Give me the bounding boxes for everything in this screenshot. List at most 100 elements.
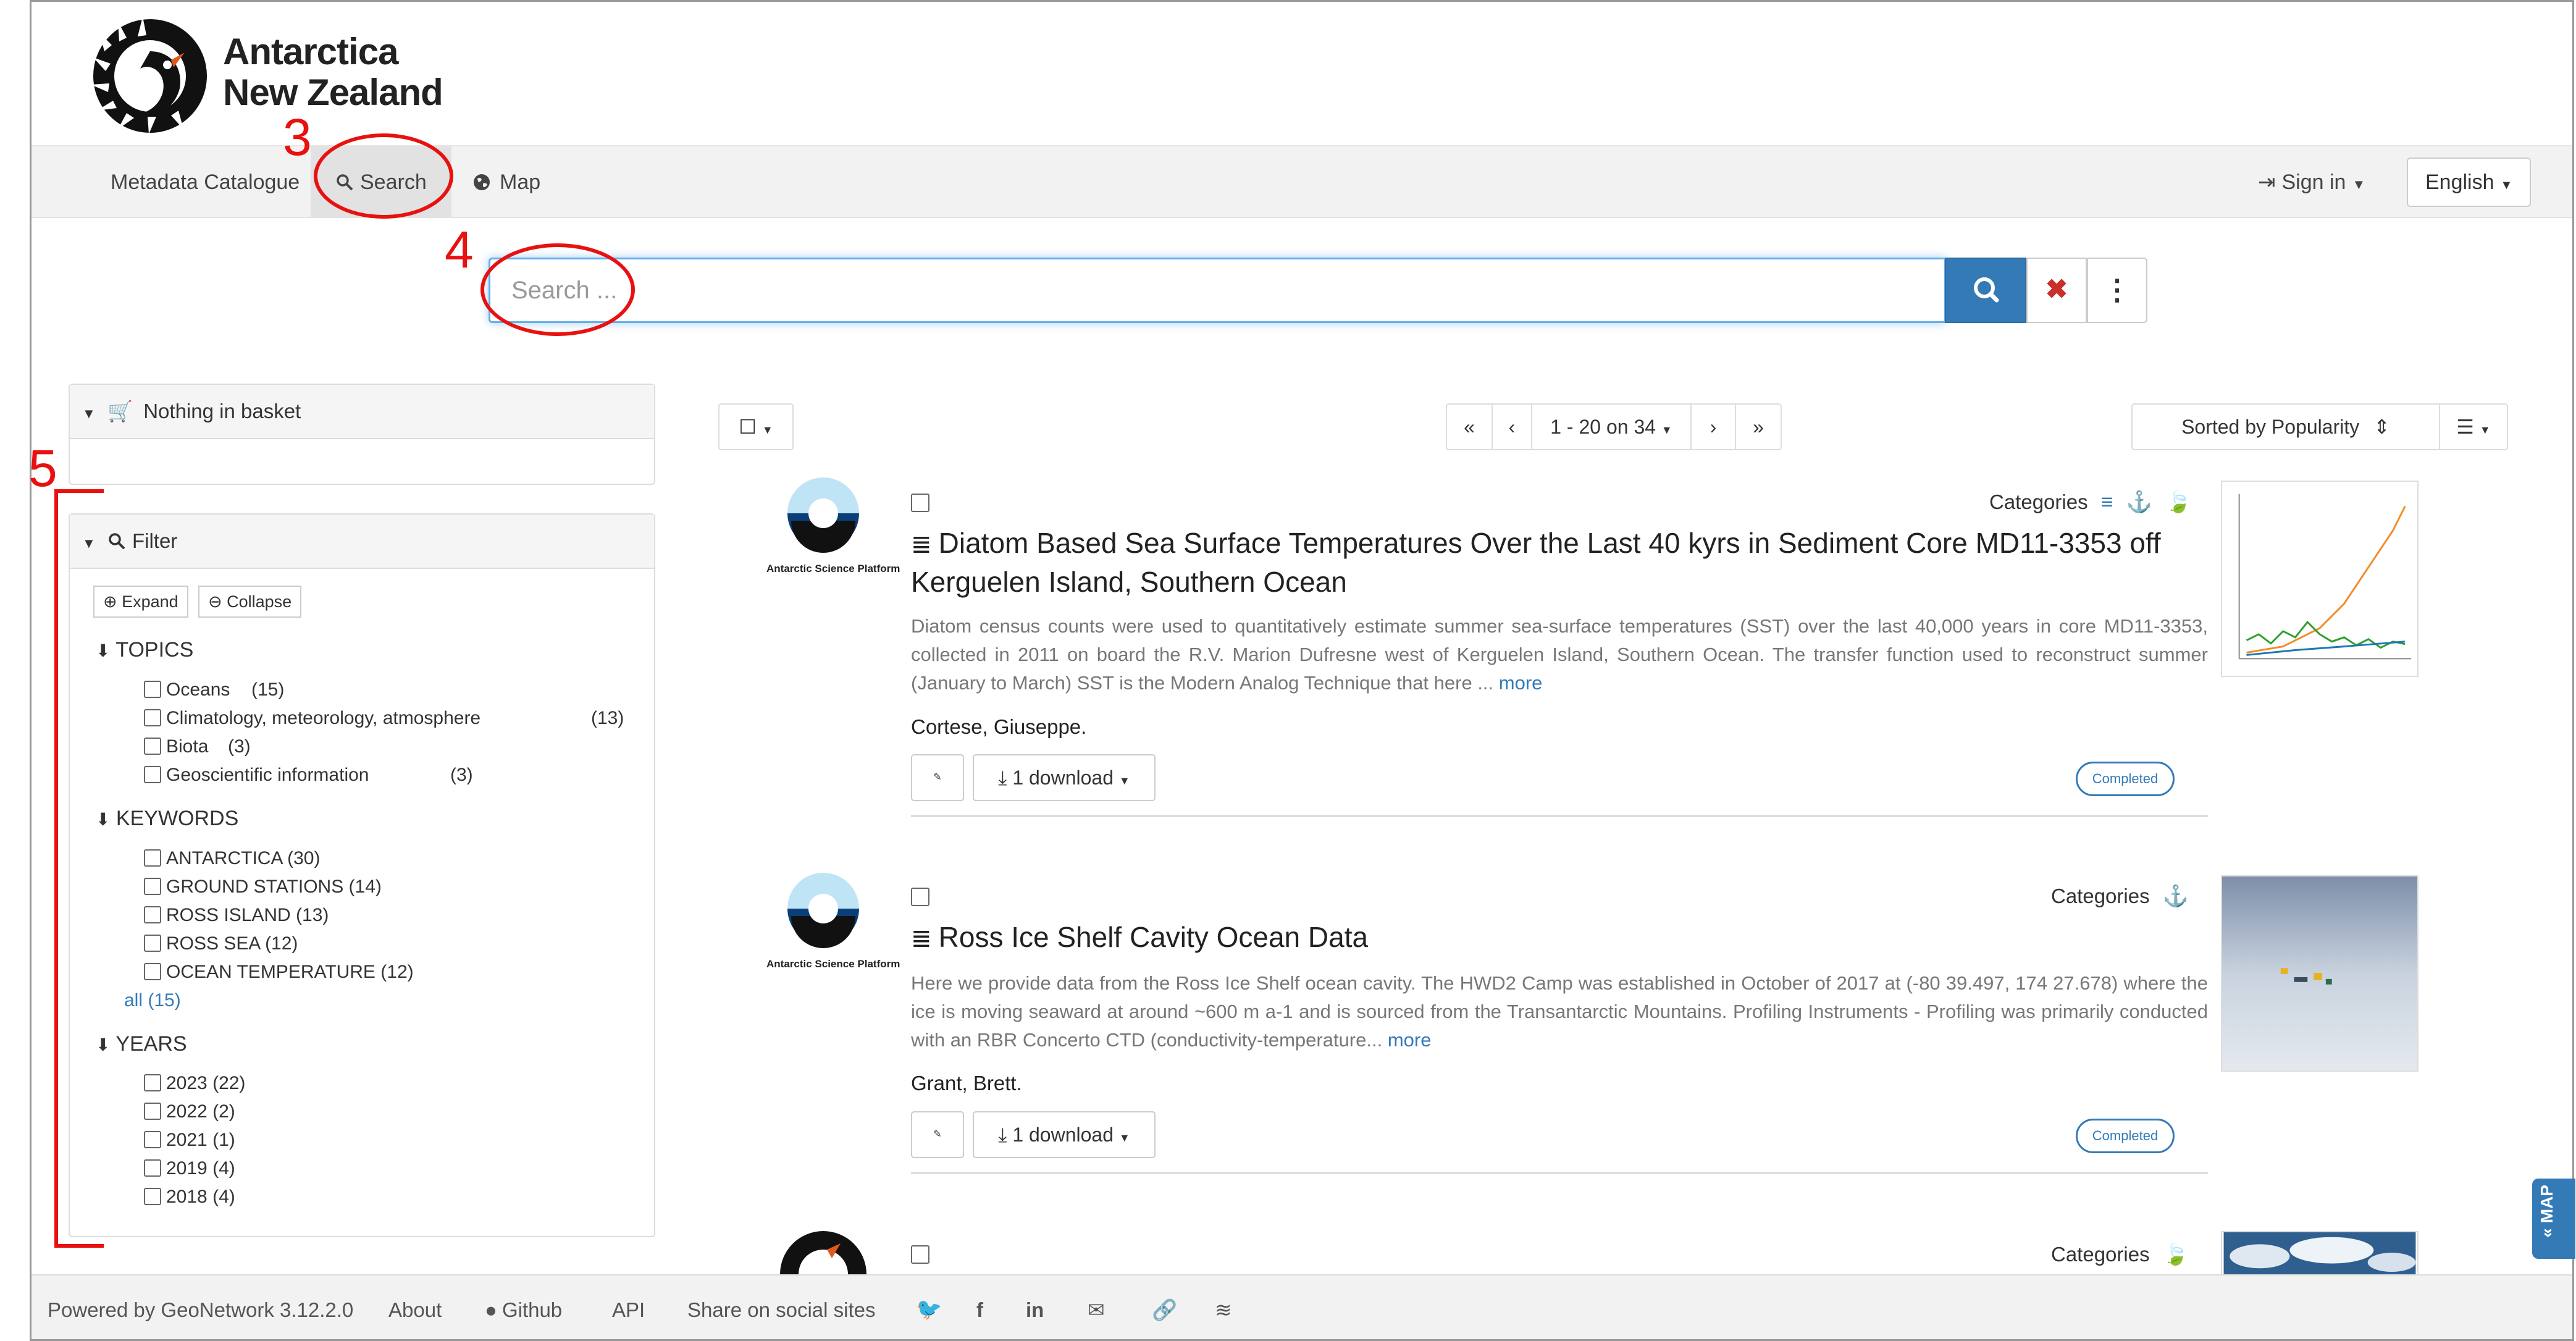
email-icon[interactable]: ✉: [1088, 1276, 1105, 1339]
select-result-checkbox[interactable]: [911, 888, 929, 906]
edit-button[interactable]: ✎: [911, 754, 964, 801]
checkbox[interactable]: [144, 935, 161, 952]
checkbox[interactable]: [144, 681, 161, 698]
checkbox[interactable]: [144, 709, 161, 726]
facet-item-oceans[interactable]: Oceans: [144, 679, 230, 700]
first-page-button[interactable]: «: [1446, 403, 1493, 450]
anchor-icon[interactable]: ⚓: [2163, 884, 2189, 909]
sign-in-dropdown[interactable]: ⇥ Sign in ▼: [2258, 146, 2365, 218]
download-dropdown[interactable]: ⤓ 1 download ▼: [973, 754, 1156, 801]
leaf-icon[interactable]: 🍃: [2165, 490, 2191, 515]
page-range-label: 1 - 20 on 34: [1550, 416, 1656, 438]
facet-item-2023[interactable]: 2023 (22): [144, 1073, 245, 1094]
select-result-checkbox[interactable]: [911, 1245, 929, 1264]
view-mode-dropdown[interactable]: ☰ ▼: [2439, 403, 2508, 450]
facet-keywords-title: KEYWORDS: [115, 807, 239, 830]
anchor-icon[interactable]: ⚓: [2126, 490, 2152, 515]
language-dropdown[interactable]: English ▼: [2407, 158, 2532, 207]
map-toggle-tab[interactable]: « MAP: [2532, 1179, 2575, 1259]
result-title[interactable]: ≣ Diatom Based Sea Surface Temperatures …: [911, 524, 2220, 600]
checkbox[interactable]: [144, 1159, 161, 1177]
download-label: 1 download: [1012, 767, 1114, 789]
next-page-button[interactable]: ›: [1690, 403, 1736, 450]
facet-item-2019[interactable]: 2019 (4): [144, 1158, 235, 1179]
search-button[interactable]: [1945, 258, 2026, 323]
select-result-checkbox[interactable]: [911, 494, 929, 512]
result-title-text: Diatom Based Sea Surface Temperatures Ov…: [911, 527, 2161, 598]
collapse-button[interactable]: ⊖ Collapse: [198, 586, 302, 618]
facet-item-ocean-temperature[interactable]: OCEAN TEMPERATURE (12): [144, 962, 414, 983]
expand-button[interactable]: ⊕ Expand: [93, 586, 188, 618]
database-icon: ≣: [911, 531, 939, 558]
github-icon: ●: [485, 1298, 497, 1321]
checkbox[interactable]: [144, 1103, 161, 1120]
download-icon: ⤓: [998, 767, 1007, 789]
facet-item-ground-stations[interactable]: GROUND STATIONS (14): [144, 876, 382, 898]
checkbox[interactable]: [144, 1131, 161, 1148]
footer-about-link[interactable]: About: [388, 1276, 442, 1339]
leaf-icon[interactable]: 🍃: [2163, 1242, 2189, 1267]
select-all-dropdown[interactable]: ☐ ▼: [718, 403, 794, 450]
facebook-icon[interactable]: f: [976, 1276, 983, 1339]
search-input[interactable]: [489, 258, 1946, 323]
checkbox[interactable]: [144, 738, 161, 755]
facet-item-ross-sea[interactable]: ROSS SEA (12): [144, 933, 298, 954]
facet-item-biota[interactable]: Biota: [144, 736, 208, 757]
more-link[interactable]: more: [1499, 672, 1543, 694]
footer-api-link[interactable]: API: [612, 1276, 645, 1339]
facet-item-ross-island[interactable]: ROSS ISLAND (13): [144, 905, 329, 926]
basket-panel: ▼ 🛒 Nothing in basket: [69, 384, 655, 485]
checkbox[interactable]: [144, 1074, 161, 1091]
filter-header[interactable]: ▼ Filter: [70, 515, 654, 569]
page-range-dropdown[interactable]: 1 - 20 on 34 ▼: [1531, 403, 1692, 450]
facet-years[interactable]: ⬇ YEARS: [96, 1032, 187, 1056]
footer-github-link[interactable]: ● Github: [485, 1276, 562, 1339]
checkbox[interactable]: [144, 766, 161, 783]
nav-metadata-catalogue[interactable]: Metadata Catalogue: [111, 146, 300, 218]
facet-item-geoscientific[interactable]: Geoscientific information: [144, 765, 369, 786]
caret-down-icon: ▼: [761, 424, 773, 436]
checkbox[interactable]: [144, 878, 161, 895]
checkbox[interactable]: [144, 906, 161, 923]
last-page-button[interactable]: »: [1735, 403, 1782, 450]
facet-item-2021[interactable]: 2021 (1): [144, 1130, 235, 1151]
facet-topics[interactable]: ⬇ TOPICS: [96, 638, 193, 662]
checkbox[interactable]: [144, 849, 161, 867]
antarctic-science-platform-logo: [787, 477, 859, 553]
sign-in-label: Sign in: [2281, 170, 2346, 194]
facet-topics-title: TOPICS: [115, 638, 194, 662]
edit-button[interactable]: ✎: [911, 1111, 964, 1158]
nav-map[interactable]: Map: [472, 146, 540, 218]
result-author: Grant, Brett.: [911, 1072, 1022, 1095]
download-dropdown[interactable]: ⤓ 1 download ▼: [973, 1111, 1156, 1158]
twitter-icon[interactable]: 🐦: [916, 1276, 942, 1339]
clear-search-button[interactable]: ✖: [2026, 258, 2087, 323]
facet-item-antarctica[interactable]: ANTARCTICA (30): [144, 848, 320, 869]
facet-item-2022[interactable]: 2022 (2): [144, 1101, 235, 1122]
result-thumbnail-chart: [2221, 481, 2419, 677]
basket-header[interactable]: ▼ 🛒 Nothing in basket: [70, 385, 654, 439]
prev-page-button[interactable]: ‹: [1491, 403, 1532, 450]
rss-icon[interactable]: ≋: [1215, 1276, 1232, 1339]
database-icon[interactable]: ≡: [2101, 490, 2113, 515]
result-title[interactable]: ≣ Ross Ice Shelf Cavity Ocean Data: [911, 919, 2220, 957]
sort-label: Sorted by Popularity: [2181, 416, 2360, 438]
status-badge: Completed: [2076, 762, 2175, 796]
facet-item-2018[interactable]: 2018 (4): [144, 1187, 235, 1208]
caret-down-icon: ▼: [1661, 424, 1672, 436]
more-link[interactable]: more: [1388, 1029, 1432, 1051]
facet-keywords[interactable]: ⬇ KEYWORDS: [96, 807, 238, 831]
facet-item-label: Geoscientific information: [166, 765, 369, 785]
sort-dropdown[interactable]: Sorted by Popularity ⇕: [2131, 403, 2440, 450]
powered-by: Powered by GeoNetwork 3.12.2.0: [48, 1298, 354, 1321]
checkbox[interactable]: [144, 1188, 161, 1205]
facet-keywords-all-link[interactable]: all (15): [124, 990, 181, 1011]
facet-item-climatology[interactable]: Climatology, meteorology, atmosphere: [144, 708, 480, 729]
antarctica-nz-logo: [91, 17, 207, 134]
download-icon: ⤓: [998, 1124, 1007, 1146]
link-icon[interactable]: 🔗: [1152, 1276, 1177, 1339]
linkedin-icon[interactable]: in: [1026, 1276, 1044, 1339]
close-icon: ✖: [2045, 274, 2068, 305]
checkbox[interactable]: [144, 963, 161, 980]
search-options-button[interactable]: ⋮: [2087, 258, 2147, 323]
